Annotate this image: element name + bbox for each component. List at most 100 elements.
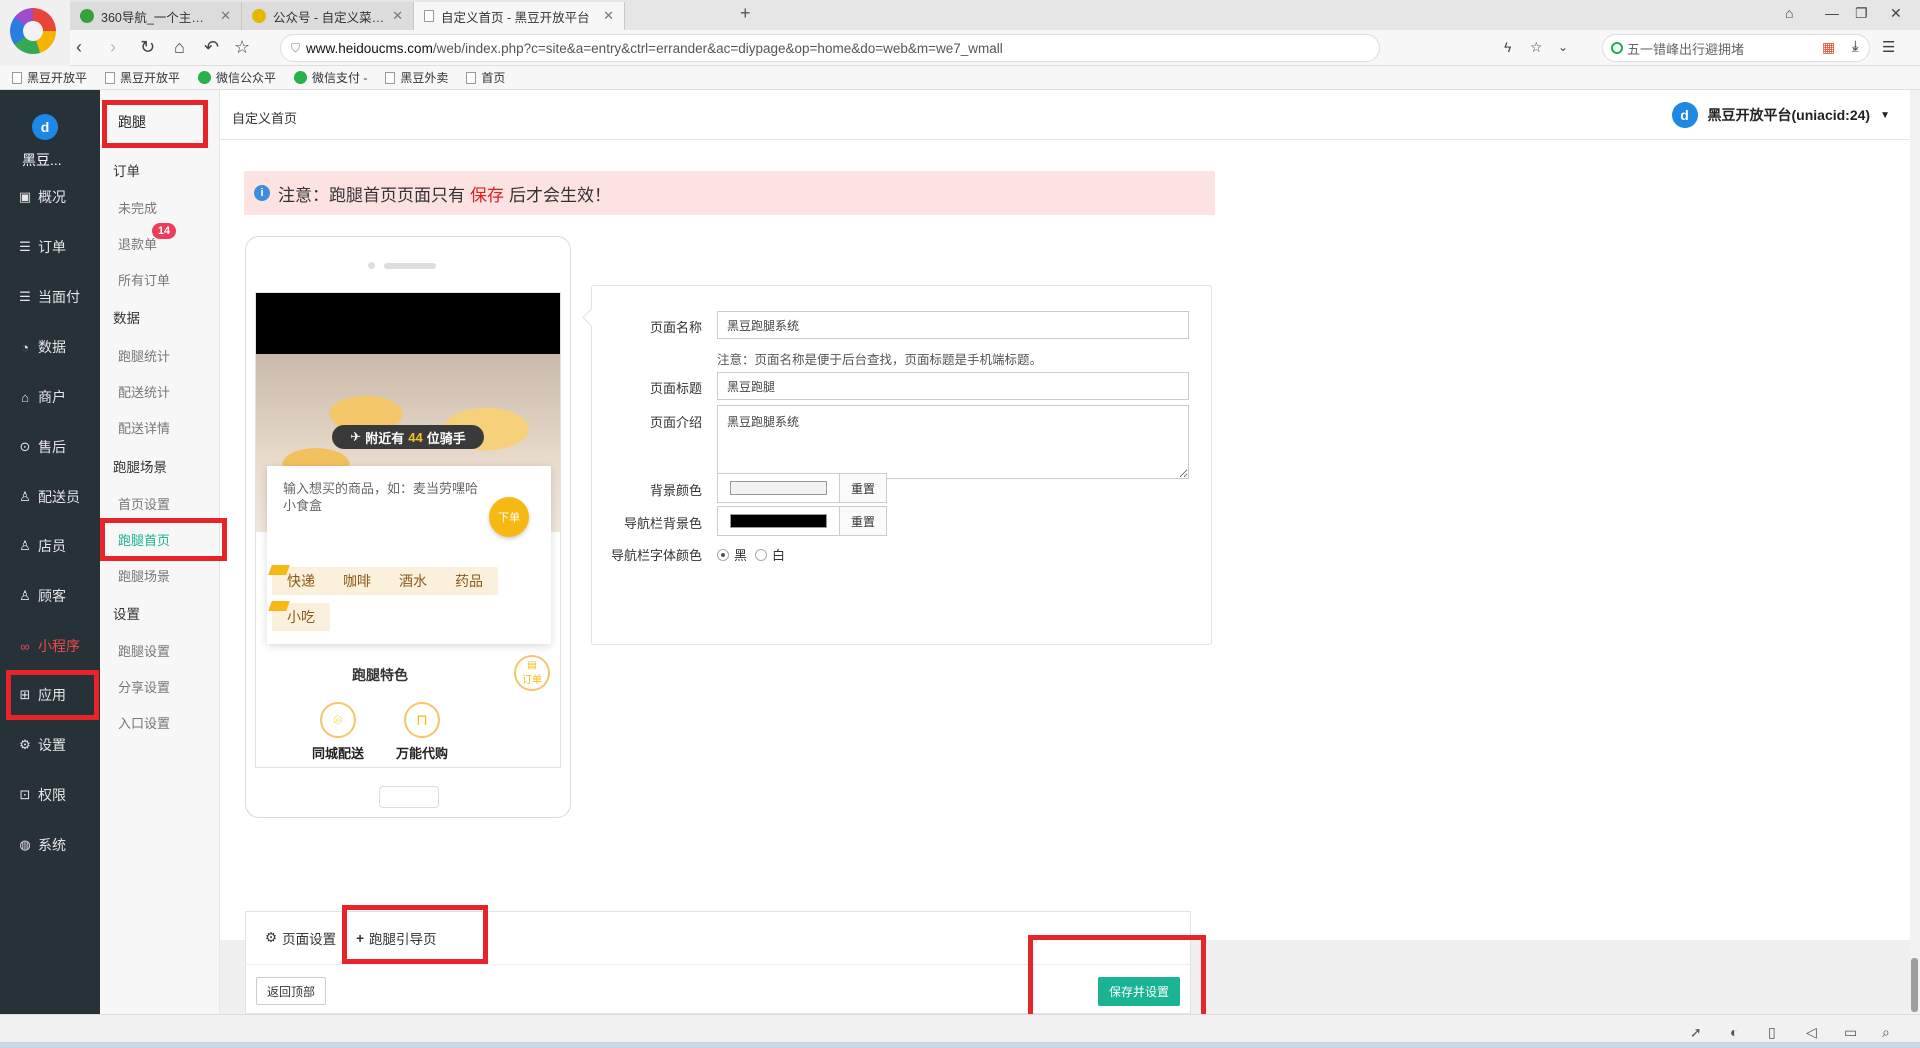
sub-group-orders: 订单 bbox=[113, 164, 140, 179]
chevron-down-icon[interactable]: ⌄ bbox=[1558, 40, 1568, 54]
sub-item-errand-stats[interactable]: 跑腿统计 bbox=[118, 346, 170, 365]
sub-item-errand-scenes[interactable]: 跑腿场景 bbox=[118, 566, 170, 585]
tab-page-settings[interactable]: ⚙ 页面设置 bbox=[265, 928, 336, 948]
nav-bg-color-swatch[interactable] bbox=[730, 514, 827, 528]
hot-tag-icon bbox=[268, 565, 290, 575]
close-icon[interactable]: ✕ bbox=[392, 8, 403, 24]
back-to-top-button[interactable]: 返回顶部 bbox=[256, 977, 326, 1005]
volume-icon[interactable]: ◁ bbox=[1806, 1024, 1817, 1041]
bookmark-item[interactable]: 首页 bbox=[466, 69, 505, 86]
scrollbar-thumb[interactable] bbox=[1911, 958, 1918, 1012]
nav-item-merchants[interactable]: ⌂ 商户 bbox=[18, 384, 66, 410]
window-icon[interactable]: ▭ bbox=[1844, 1024, 1857, 1041]
minimize-icon[interactable]: — bbox=[1825, 5, 1839, 21]
nav-item-permissions[interactable]: ⊡ 权限 bbox=[18, 782, 66, 808]
gear-icon: ⚙ bbox=[265, 930, 278, 945]
category-chip[interactable]: 咖啡 bbox=[328, 567, 386, 595]
bookmark-item[interactable]: 微信公众平 bbox=[198, 69, 276, 86]
orders-float-button[interactable]: ▤ 订单 bbox=[514, 655, 550, 691]
new-tab-icon[interactable]: + bbox=[740, 3, 751, 24]
home-icon[interactable]: ⌂ bbox=[174, 37, 185, 58]
nav-item-apps[interactable]: ⊞ 应用 bbox=[18, 682, 66, 708]
system-icon: ◍ bbox=[19, 837, 31, 852]
nav-item-data[interactable]: ◔ 数据 bbox=[18, 334, 66, 360]
nav-item-couriers[interactable]: ♙ 配送员 bbox=[18, 484, 80, 510]
lightning-icon[interactable]: ϟ bbox=[1504, 39, 1511, 55]
category-chip[interactable]: 小吃 bbox=[268, 601, 330, 631]
bg-color-reset-button[interactable]: 重置 bbox=[840, 474, 886, 502]
sub-item-refunds[interactable]: 退款单 bbox=[118, 234, 157, 253]
category-chip[interactable]: 酒水 bbox=[384, 567, 442, 595]
feature-same-city[interactable]: ⌾ 同城配送 bbox=[298, 702, 378, 762]
star-icon[interactable]: ☆ bbox=[234, 37, 250, 58]
page-intro-textarea[interactable]: 黑豆跑腿系统 bbox=[717, 405, 1189, 479]
account-menu[interactable]: d 黑豆开放平台(uniacid:24) ▼ bbox=[1671, 102, 1890, 128]
page-title-input[interactable] bbox=[717, 372, 1189, 400]
bookmark-star-icon[interactable]: ☆ bbox=[1530, 39, 1543, 56]
order-card[interactable]: 输入想买的商品，如：麦当劳嘿哈小食盒 下单 快递 咖啡 酒水 药品 小吃 bbox=[267, 466, 551, 644]
scrollbar-track[interactable] bbox=[1910, 90, 1920, 1022]
browser-tab-3[interactable]: 自定义首页 - 黑豆开放平台 ✕ bbox=[414, 2, 625, 30]
restore-icon[interactable]: ❐ bbox=[1855, 5, 1868, 22]
plus-icon: + bbox=[356, 930, 364, 946]
zoom-icon[interactable]: ⌕ bbox=[1882, 1024, 1890, 1041]
page-name-input[interactable] bbox=[717, 311, 1189, 339]
close-icon[interactable]: ✕ bbox=[603, 8, 614, 24]
radio-nav-font-white[interactable]: 白 bbox=[755, 545, 785, 564]
forward-icon[interactable]: › bbox=[110, 37, 116, 58]
bookmark-item[interactable]: 黑豆开放平 bbox=[12, 69, 87, 86]
browser-tab-2[interactable]: 公众号 - 自定义菜单 - 黑豆开放平台 ✕ bbox=[242, 2, 414, 30]
search-placeholder: 五一错峰出行避拥堵 bbox=[1627, 41, 1745, 57]
nav-item-miniprogram[interactable]: ∞ 小程序 bbox=[18, 633, 80, 659]
bookmark-item[interactable]: 黑豆外卖 bbox=[385, 69, 448, 86]
url-input[interactable]: ⛉ www.heidoucms.com /web/index.php?c=sit… bbox=[280, 34, 1380, 62]
nav-bg-reset-button[interactable]: 重置 bbox=[840, 507, 886, 535]
preview-navbar[interactable] bbox=[256, 293, 560, 354]
tab-guide-page[interactable]: + 跑腿引导页 bbox=[356, 928, 436, 948]
sub-item-entry-settings[interactable]: 入口设置 bbox=[118, 713, 170, 732]
sub-item-all-orders[interactable]: 所有订单 bbox=[118, 270, 170, 289]
sub-item-share-settings[interactable]: 分享设置 bbox=[118, 677, 170, 696]
phone-screen: ✈ 附近有 44 位骑手 输入想买的商品，如：麦当劳嘿哈小食盒 下单 快递 咖啡… bbox=[255, 292, 561, 768]
sub-item-delivery-stats[interactable]: 配送统计 bbox=[118, 382, 170, 401]
browser-tab-1[interactable]: 360导航_一个主页，整个世界 ✕ bbox=[70, 2, 242, 30]
reload-icon[interactable]: ↻ bbox=[140, 37, 155, 58]
nav-item-settings[interactable]: ⚙ 设置 bbox=[18, 732, 66, 758]
nav-item-clerks[interactable]: ♙ 店员 bbox=[18, 533, 66, 559]
shirt-icon[interactable]: ⌂ bbox=[1785, 5, 1793, 21]
close-window-icon[interactable]: ✕ bbox=[1890, 5, 1902, 22]
sub-item-delivery-details[interactable]: 配送详情 bbox=[118, 418, 170, 437]
speed-icon[interactable]: ◐ bbox=[1730, 1024, 1738, 1040]
browser-logo-icon[interactable] bbox=[10, 8, 56, 54]
apps-grid-icon[interactable]: ▦ bbox=[1822, 39, 1835, 56]
close-icon[interactable]: ✕ bbox=[220, 8, 231, 24]
order-button[interactable]: 下单 bbox=[489, 497, 529, 537]
category-chip[interactable]: 药品 bbox=[440, 567, 498, 595]
nav-item-overview[interactable]: ▣ 概况 bbox=[18, 184, 66, 210]
sub-item-home-settings[interactable]: 首页设置 bbox=[118, 494, 170, 513]
nav-item-orders[interactable]: ☰ 订单 bbox=[18, 234, 66, 260]
back-icon[interactable]: ‹ bbox=[76, 37, 82, 58]
nav-item-customers[interactable]: ♙ 顾客 bbox=[18, 583, 66, 609]
bg-color-picker: 重置 bbox=[717, 473, 887, 503]
sub-item-incomplete[interactable]: 未完成 bbox=[118, 198, 157, 217]
save-and-apply-button[interactable]: 保存并设置 bbox=[1098, 977, 1180, 1006]
radio-nav-font-black[interactable]: 黑 bbox=[717, 545, 747, 564]
bookmark-item[interactable]: 黑豆开放平 bbox=[105, 69, 180, 86]
menu-icon[interactable]: ☰ bbox=[1882, 38, 1895, 56]
bg-color-swatch[interactable] bbox=[730, 481, 827, 495]
sub-item-errand-home[interactable]: 跑腿首页 bbox=[118, 530, 170, 549]
nav-item-system[interactable]: ◍ 系统 bbox=[18, 832, 66, 858]
sub-item-errand-settings[interactable]: 跑腿设置 bbox=[118, 641, 170, 660]
download-icon[interactable]: ⤓ bbox=[1852, 38, 1859, 55]
nav-item-after-sales[interactable]: ⊙ 售后 bbox=[18, 434, 66, 460]
bookmark-item[interactable]: 微信支付 - bbox=[294, 69, 367, 86]
feature-purchase[interactable]: ⊓ 万能代购 bbox=[382, 702, 462, 762]
category-chip[interactable]: 快递 bbox=[268, 565, 330, 595]
nav-item-face-pay[interactable]: ☰ 当面付 bbox=[18, 284, 80, 310]
undo-icon[interactable]: ↶ bbox=[204, 37, 219, 58]
brand-logo-icon[interactable]: d bbox=[32, 114, 58, 140]
rocket-icon[interactable]: ➚ bbox=[1690, 1024, 1702, 1041]
gear-icon: ⚙ bbox=[19, 737, 31, 752]
trash-icon[interactable]: ▯ bbox=[1768, 1024, 1776, 1041]
